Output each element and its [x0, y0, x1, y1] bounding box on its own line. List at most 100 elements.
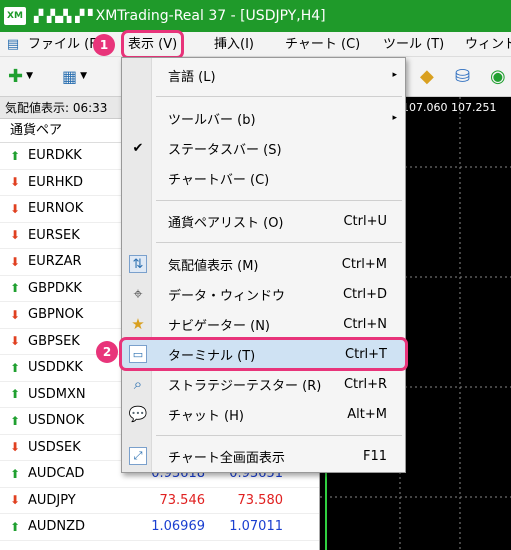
menu-item-label: ツールバー (b) [168, 112, 256, 128]
symbol-cell: ⬆ USDNOK [0, 413, 126, 428]
symbol-cell: ⬆ EURDKK [0, 148, 126, 163]
menu-item-navigator[interactable]: ★ ナビゲーター (N) Ctrl+N [122, 310, 405, 338]
symbol-name: AUDCAD [28, 466, 85, 482]
menu-item-label: ターミナル (T) [168, 348, 256, 364]
menu-item-toolbars[interactable]: ツールバー (b) ▸ [122, 104, 405, 132]
market-icon[interactable]: ◉ [490, 63, 506, 89]
menu-item-label: 言語 (L) [168, 69, 216, 85]
ask-price: 1.07011 [229, 519, 283, 535]
step-badge-2: 2 [96, 341, 118, 363]
new-chart-button[interactable]: ✚ ▼ [8, 63, 33, 89]
menu-separator [156, 96, 402, 97]
menu-item-shortcut: Ctrl+D [342, 286, 387, 302]
menu-separator [156, 242, 402, 243]
symbol-cell: ⬇ EURZAR [0, 254, 126, 269]
chevron-down-icon: ▼ [80, 71, 88, 81]
menu-item-label: チャット (H) [168, 408, 244, 424]
symbol-name: GBPDKK [28, 280, 82, 296]
menu-item-fullscreen[interactable]: ⤢ チャート全画面表示 F11 [122, 442, 405, 470]
chat-bubble-icon: 💬 [128, 405, 148, 423]
signals-icon[interactable]: ⛁ [455, 63, 470, 89]
menu-separator [156, 200, 402, 201]
menu-view[interactable]: 表示 (V) [120, 30, 185, 59]
menu-item-label: ストラテジーテスター (R) [168, 378, 322, 394]
arrow-up-icon: ⬆ [9, 519, 21, 534]
symbol-cell: ⬆ USDMXN [0, 387, 126, 402]
menu-item-strategy-tester[interactable]: ⌕ ストラテジーテスター (R) Ctrl+R [122, 370, 405, 398]
menu-item-market-watch[interactable]: ⇅ 気配値表示 (M) Ctrl+M [122, 250, 405, 278]
menu-window[interactable]: ウィンドウ [465, 32, 511, 57]
arrow-down-icon: ⬇ [9, 201, 21, 216]
menu-item-shortcut: Ctrl+U [343, 213, 387, 229]
menu-item-shortcut: Ctrl+R [343, 376, 387, 392]
symbol-cell: ⬇ EURSEK [0, 228, 126, 243]
profiles-icon: ▦ [62, 66, 78, 86]
menu-item-label: ナビゲーター (N) [168, 318, 271, 334]
plus-chart-icon: ✚ [8, 65, 24, 87]
arrow-down-icon: ⬇ [9, 334, 21, 349]
symbol-name: AUDNZD [28, 519, 86, 535]
symbol-cell: ⬆ AUDCAD [0, 466, 126, 481]
menu-item-symbols[interactable]: 通貨ペアリスト (O) Ctrl+U [122, 207, 405, 235]
menu-item-chat[interactable]: 💬 チャット (H) Alt+M [122, 400, 405, 428]
menu-item-terminal[interactable]: ▭ ターミナル (T) Ctrl+T [119, 337, 408, 371]
submenu-arrow-icon: ▸ [392, 70, 397, 80]
menu-item-shortcut: Ctrl+T [345, 346, 387, 362]
symbol-name: AUDJPY [28, 492, 76, 508]
bid-price: 1.06969 [151, 519, 205, 535]
profiles-button[interactable]: ▦ ▼ [62, 63, 87, 89]
symbol-name: EURNOK [28, 201, 84, 217]
menu-chart[interactable]: チャート (C) [285, 32, 360, 57]
symbol-name: GBPNOK [28, 307, 84, 323]
gold-icon[interactable]: ◆ [420, 63, 434, 89]
menu-item-label: 気配値表示 (M) [168, 258, 259, 274]
crosshair-icon: ⌖ [133, 284, 143, 303]
menu-file[interactable]: ファイル (F) [28, 32, 102, 57]
arrow-up-icon: ⬆ [9, 360, 21, 375]
symbol-cell: ⬇ EURNOK [0, 201, 126, 216]
symbol-name: EURSEK [28, 227, 80, 243]
bid-price: 73.546 [159, 492, 206, 508]
symbol-cell: ⬇ AUDJPY [0, 493, 126, 508]
step-badge-1: 1 [93, 34, 115, 56]
menu-tools[interactable]: ツール (T) [383, 32, 444, 57]
menu-item-label: 通貨ペアリスト (O) [168, 215, 284, 231]
menu-item-data-window[interactable]: ⌖ データ・ウィンドウ Ctrl+D [122, 280, 405, 308]
menu-item-chart-bar[interactable]: チャートバー (C) [122, 164, 405, 192]
market-watch-row[interactable]: ⬇ AUDJPY 73.546 73.580 [0, 488, 319, 514]
menu-item-label: データ・ウィンドウ [168, 288, 286, 304]
arrow-down-icon: ⬇ [9, 307, 21, 322]
market-watch-icon: ⇅ [129, 255, 147, 273]
menu-item-status-bar[interactable]: ✔ ステータスバー (S) [122, 134, 405, 162]
arrow-down-icon: ⬇ [9, 175, 21, 190]
app-logo: XM [4, 7, 26, 25]
menu-separator [156, 435, 402, 436]
logo-graphic: ▞▗▚▞▖▞▝ [34, 9, 93, 23]
menu-item-label: チャート全画面表示 [168, 450, 285, 466]
menu-insert[interactable]: 挿入(I) [214, 32, 254, 57]
symbol-name: USDMXN [28, 386, 86, 402]
menu-item-label: ステータスバー (S) [168, 142, 282, 158]
checkmark-icon: ✔ [132, 140, 144, 156]
submenu-arrow-icon: ▸ [392, 113, 397, 123]
symbol-name: USDNOK [28, 413, 85, 429]
arrow-down-icon: ⬇ [9, 493, 21, 508]
market-watch-row[interactable]: ⬆ AUDNZD 1.06969 1.07011 [0, 514, 319, 541]
app-menu-icon[interactable]: ▤ [4, 35, 22, 53]
symbol-name: GBPSEK [28, 333, 80, 349]
arrow-up-icon: ⬆ [9, 413, 21, 428]
navigator-star-icon: ★ [131, 315, 145, 333]
menu-item-language[interactable]: 言語 (L) ▸ [122, 61, 405, 89]
symbol-name: EURZAR [28, 254, 82, 270]
menu-item-shortcut: Ctrl+M [341, 256, 387, 272]
arrow-up-icon: ⬆ [9, 281, 21, 296]
terminal-icon: ▭ [129, 345, 147, 363]
magnifier-icon: ⌕ [133, 375, 143, 393]
fullscreen-icon: ⤢ [129, 447, 147, 465]
symbol-cell: ⬇ GBPNOK [0, 307, 126, 322]
symbol-cell: ⬆ AUDNZD [0, 519, 126, 534]
arrow-up-icon: ⬆ [9, 387, 21, 402]
menu-bar: ▤ ファイル (F) 表示 (V) 挿入(I) チャート (C) ツール (T)… [0, 30, 511, 59]
symbol-name: USDDKK [28, 360, 83, 376]
arrow-up-icon: ⬆ [9, 466, 21, 481]
